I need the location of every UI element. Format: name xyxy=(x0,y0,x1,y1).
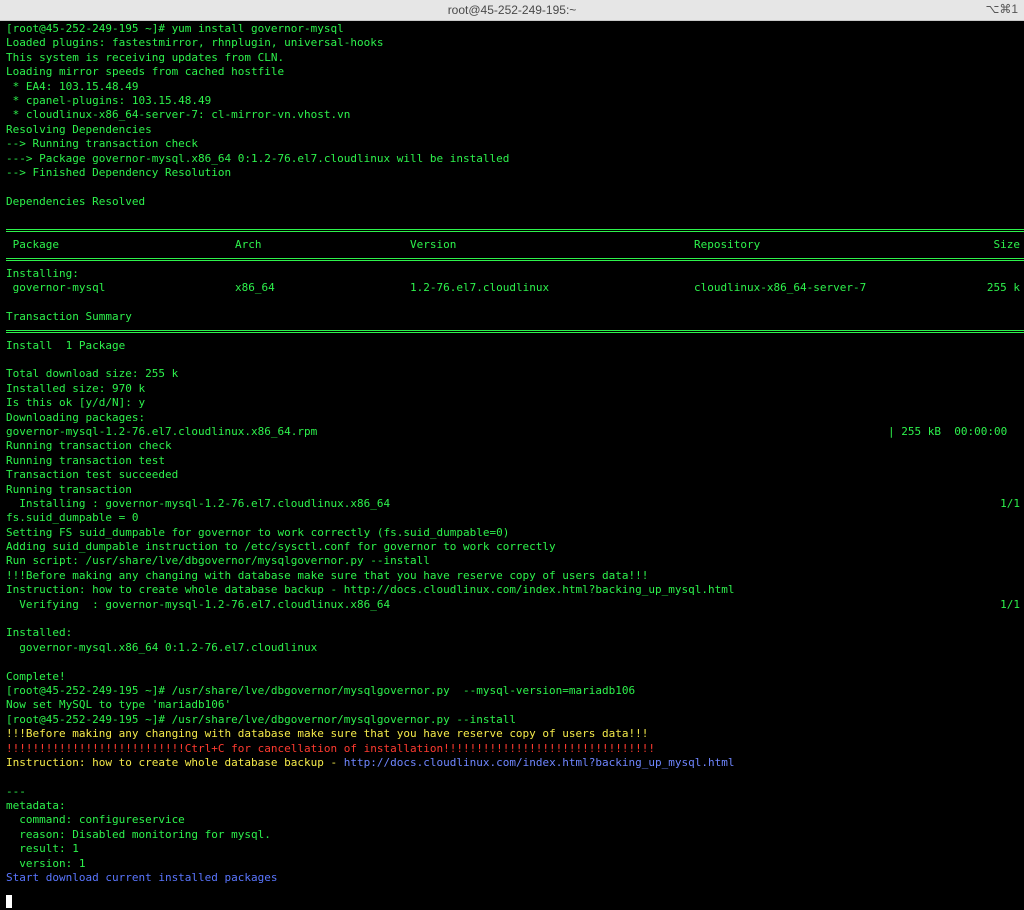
table-separator xyxy=(6,252,1024,266)
warning-yellow-line: !!!Before making any changing with datab… xyxy=(6,727,649,741)
output-line: command: configureservice xyxy=(6,813,185,827)
output-line: Run script: /usr/share/lve/dbgovernor/my… xyxy=(6,554,430,568)
cell-package: governor-mysql xyxy=(6,281,106,295)
output-line: reason: Disabled monitoring for mysql. xyxy=(6,827,271,841)
verifying-step-count: 1/1 xyxy=(1000,597,1020,611)
output-line: Adding suid_dumpable instruction to /etc… xyxy=(6,540,556,554)
header-repository: Repository xyxy=(694,237,761,251)
download-file: governor-mysql-1.2-76.el7.cloudlinux.x86… xyxy=(6,424,318,438)
table-row: governor-mysql x86_64 1.2-76.el7.cloudli… xyxy=(6,281,1024,295)
output-line: Complete! xyxy=(6,669,66,683)
output-line: This system is receiving updates from CL… xyxy=(6,50,285,64)
output-line: governor-mysql.x86_64 0:1.2-76.el7.cloud… xyxy=(6,640,318,654)
warning-red-line: !!!!!!!!!!!!!!!!!!!!!!!!!!!Ctrl+C for ca… xyxy=(6,741,656,755)
instruction-line: Instruction: how to create whole databas… xyxy=(6,756,1024,770)
output-line: Running transaction check xyxy=(6,439,172,453)
cell-size: 255 k xyxy=(986,281,1020,295)
header-arch: Arch xyxy=(235,237,262,251)
output-line: * cloudlinux-x86_64-server-7: cl-mirror-… xyxy=(6,108,351,122)
header-size: Size xyxy=(993,237,1021,251)
output-line: --> Finished Dependency Resolution xyxy=(6,165,232,179)
keyboard-shortcut-icon: ⌥⌘1 xyxy=(985,2,1018,16)
cell-arch: x86_64 xyxy=(235,281,275,295)
output-line: Is this ok [y/d/N]: y xyxy=(6,396,146,410)
output-line: Installed: xyxy=(6,626,73,640)
terminal-output[interactable]: [root@45-252-249-195 ~]# yum install gov… xyxy=(6,22,1024,910)
installing-label: Installing: xyxy=(6,266,79,280)
terminal-window: root@45-252-249-195:~ ⌥⌘1 [root@45-252-2… xyxy=(0,0,1024,910)
output-line: Instruction: how to create whole databas… xyxy=(6,583,735,597)
header-package: Package xyxy=(6,237,59,251)
output-line: Loading mirror speeds from cached hostfi… xyxy=(6,65,285,79)
download-progress: | 255 kB 00:00:00 xyxy=(888,424,1008,438)
status-blue-line: Start download current installed package… xyxy=(6,871,278,885)
output-line: Setting FS suid_dumpable for governor to… xyxy=(6,525,510,539)
table-separator xyxy=(6,223,1024,237)
output-line: Installed size: 970 k xyxy=(6,381,146,395)
output-line: Running transaction test xyxy=(6,453,165,467)
output-line: !!!Before making any changing with datab… xyxy=(6,568,649,582)
output-line: Dependencies Resolved xyxy=(6,194,146,208)
output-line: --- xyxy=(6,784,26,798)
command-line: [root@45-252-249-195 ~]# /usr/share/lve/… xyxy=(6,683,636,697)
output-line: result: 1 xyxy=(6,842,79,856)
output-line: Transaction test succeeded xyxy=(6,468,179,482)
output-line: fs.suid_dumpable = 0 xyxy=(6,511,139,525)
output-line: [root@45-252-249-195 ~]# yum install gov… xyxy=(6,22,344,35)
terminal-cursor xyxy=(6,895,12,908)
output-line: version: 1 xyxy=(6,856,86,870)
output-line: * EA4: 103.15.48.49 xyxy=(6,79,139,93)
output-line: metadata: xyxy=(6,799,66,813)
cell-version: 1.2-76.el7.cloudlinux xyxy=(410,281,550,295)
output-line: Loaded plugins: fastestmirror, rhnplugin… xyxy=(6,36,384,50)
window-title: root@45-252-249-195:~ xyxy=(447,3,577,17)
output-line: --> Running transaction check xyxy=(6,137,199,151)
output-line: Downloading packages: xyxy=(6,410,146,424)
output-line: Running transaction xyxy=(6,482,132,496)
installing-step-text: Installing : governor-mysql-1.2-76.el7.c… xyxy=(6,496,391,510)
output-line: Total download size: 255 k xyxy=(6,367,179,381)
verifying-step-text: Verifying : governor-mysql-1.2-76.el7.cl… xyxy=(6,597,391,611)
command-line: [root@45-252-249-195 ~]# /usr/share/lve/… xyxy=(6,712,516,726)
verifying-step-line: Verifying : governor-mysql-1.2-76.el7.cl… xyxy=(6,598,1024,612)
table-separator xyxy=(6,324,1024,338)
backup-docs-link[interactable]: http://docs.cloudlinux.com/index.html?ba… xyxy=(344,756,735,769)
cell-repository: cloudlinux-x86_64-server-7 xyxy=(694,281,867,295)
output-line: Now set MySQL to type 'mariadb106' xyxy=(6,698,232,712)
transaction-summary: Transaction Summary xyxy=(6,309,132,323)
output-line: Install 1 Package xyxy=(6,338,126,352)
output-line: Resolving Dependencies xyxy=(6,122,152,136)
header-version: Version xyxy=(410,237,457,251)
download-progress-line: governor-mysql-1.2-76.el7.cloudlinux.x86… xyxy=(6,425,1024,439)
installing-step-count: 1/1 xyxy=(1000,496,1020,510)
output-line: ---> Package governor-mysql.x86_64 0:1.2… xyxy=(6,151,510,165)
installing-step-line: Installing : governor-mysql-1.2-76.el7.c… xyxy=(6,497,1024,511)
output-line: * cpanel-plugins: 103.15.48.49 xyxy=(6,93,212,107)
table-header-row: Package Arch Version Repository Size xyxy=(6,238,1024,252)
instruction-prefix: Instruction: how to create whole databas… xyxy=(6,755,344,769)
title-bar[interactable]: root@45-252-249-195:~ ⌥⌘1 xyxy=(0,0,1024,21)
